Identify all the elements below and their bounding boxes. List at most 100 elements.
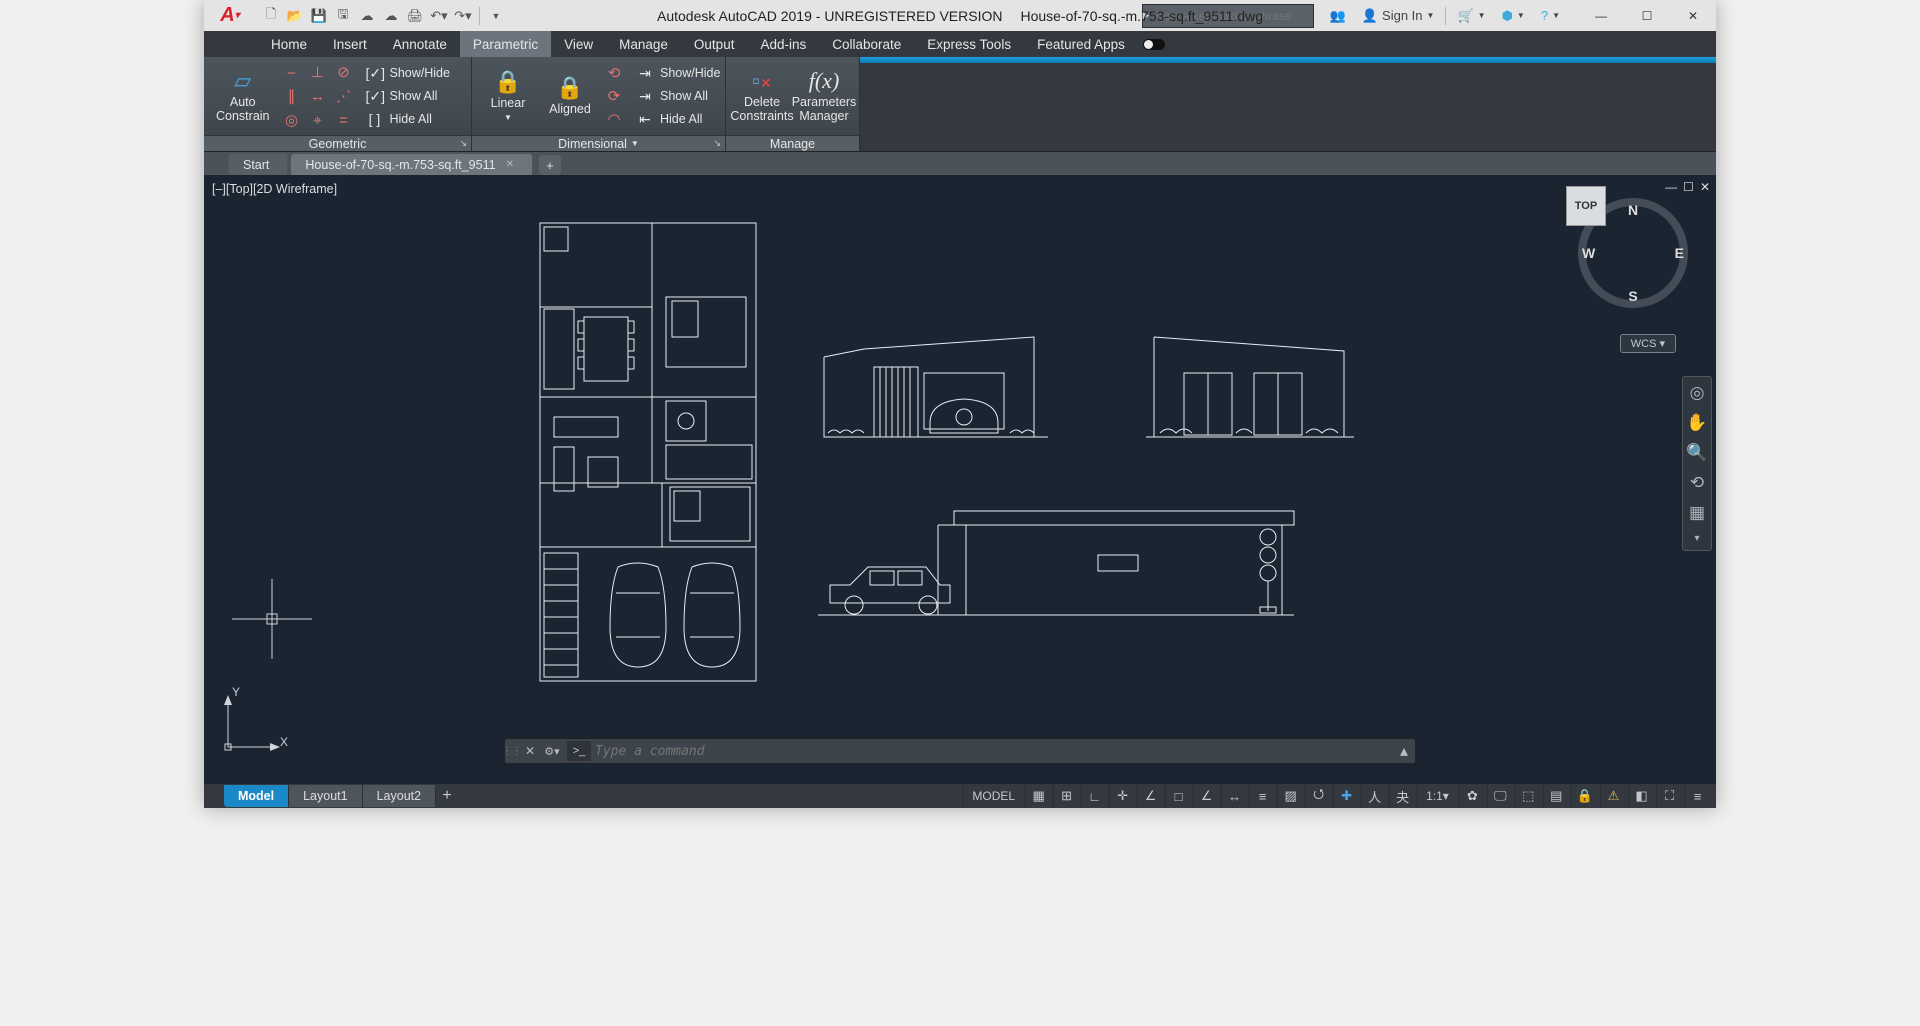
- geom-hideall-button[interactable]: [ ]Hide All: [362, 108, 454, 130]
- tab-home[interactable]: Home: [258, 31, 320, 57]
- geom-showall-button[interactable]: [✓]Show All: [362, 85, 454, 107]
- status-annovis-icon[interactable]: 夬: [1389, 784, 1415, 808]
- status-annomon-icon[interactable]: ✚: [1333, 784, 1359, 808]
- linear-button[interactable]: 🔒 Linear▼: [480, 61, 536, 131]
- viewcube-s[interactable]: S: [1628, 288, 1637, 304]
- parameters-manager-button[interactable]: f(x) Parameters Manager: [796, 61, 852, 131]
- tab-featuredapps[interactable]: Featured Apps: [1024, 31, 1138, 57]
- dim-hideall-button[interactable]: ⇤Hide All: [632, 108, 724, 130]
- dim-ico2[interactable]: ⟳: [602, 85, 626, 107]
- status-qprops-icon[interactable]: ▤: [1543, 784, 1569, 808]
- dim-ico1[interactable]: ⟲: [602, 62, 626, 84]
- status-ws-icon[interactable]: ✿: [1459, 784, 1485, 808]
- tab-annotate[interactable]: Annotate: [380, 31, 460, 57]
- symmetric-icon[interactable]: ⌖: [306, 109, 330, 131]
- cmd-history-icon[interactable]: ▴: [1393, 741, 1415, 761]
- status-iso-icon[interactable]: ∠: [1137, 784, 1163, 808]
- tab-manage[interactable]: Manage: [606, 31, 681, 57]
- auto-constrain-button[interactable]: ▱ Auto Constrain: [212, 61, 274, 131]
- concentric-icon[interactable]: ◎: [280, 109, 304, 131]
- close-tab-icon[interactable]: ✕: [506, 159, 514, 170]
- coincident-icon[interactable]: ⎯: [280, 61, 304, 83]
- status-transparency-icon[interactable]: ▨: [1277, 784, 1303, 808]
- viewcube-w[interactable]: W: [1582, 245, 1595, 261]
- layout-tab-model[interactable]: Model: [224, 785, 289, 807]
- status-cycling-icon[interactable]: ⭯: [1305, 784, 1331, 808]
- app-badge-button[interactable]: ⬢▼: [1494, 0, 1533, 31]
- dim-ico3[interactable]: ◠: [602, 108, 626, 130]
- drawing-canvas[interactable]: [204, 176, 1716, 784]
- status-isolate-icon[interactable]: ⚠: [1600, 784, 1626, 808]
- maximize-button[interactable]: ☐: [1624, 0, 1670, 31]
- viewcube-n[interactable]: N: [1628, 202, 1638, 218]
- panel-launcher-icon[interactable]: ↘: [713, 138, 721, 149]
- qat-save-icon[interactable]: 💾: [308, 5, 330, 27]
- geom-showhide-button[interactable]: [✓]Show/Hide: [362, 62, 454, 84]
- status-clean-icon[interactable]: ⛶: [1656, 784, 1682, 808]
- status-polar-icon[interactable]: ✛: [1109, 784, 1135, 808]
- viewcube-e[interactable]: E: [1675, 245, 1684, 261]
- qat-undo-icon[interactable]: ↶▾: [428, 5, 450, 27]
- qat-saveas-icon[interactable]: 🖫: [332, 5, 354, 27]
- status-otrack-icon[interactable]: ↔: [1221, 784, 1247, 808]
- panel-launcher-icon[interactable]: ↘: [459, 138, 467, 149]
- drawing-viewport[interactable]: [–][Top][2D Wireframe] — ☐ ✕: [204, 176, 1716, 784]
- ribbon-toggle[interactable]: [1138, 31, 1170, 57]
- status-units-icon[interactable]: ⬚: [1515, 784, 1541, 808]
- aligned-button[interactable]: 🔒 Aligned: [542, 61, 598, 131]
- status-snap-icon[interactable]: ⊞: [1053, 784, 1079, 808]
- app-logo[interactable]: A▾: [204, 0, 256, 31]
- qat-web-open-icon[interactable]: ☁: [356, 5, 378, 27]
- tangent-icon[interactable]: ⊘: [332, 61, 356, 83]
- parallel-icon[interactable]: ∥: [280, 85, 304, 107]
- status-osnap-icon[interactable]: □: [1165, 784, 1191, 808]
- minimize-button[interactable]: —: [1578, 0, 1624, 31]
- layout-tab-1[interactable]: Layout1: [289, 785, 362, 807]
- nav-pan-icon[interactable]: ✋: [1686, 413, 1707, 433]
- status-annoscale-icon[interactable]: 人: [1361, 784, 1387, 808]
- nav-showmotion-icon[interactable]: ▦: [1689, 503, 1705, 523]
- status-hwacc-icon[interactable]: ◧: [1628, 784, 1654, 808]
- layout-add-button[interactable]: +: [436, 786, 458, 806]
- status-lock-icon[interactable]: 🔒: [1571, 784, 1598, 808]
- status-grid-icon[interactable]: ▦: [1025, 784, 1051, 808]
- nav-orbit-icon[interactable]: ⟲: [1690, 473, 1704, 493]
- tab-addins[interactable]: Add-ins: [747, 31, 819, 57]
- dim-showhide-button[interactable]: ⇥Show/Hide: [632, 62, 724, 84]
- status-custom-icon[interactable]: ≡: [1684, 784, 1710, 808]
- cmd-drag-handle-icon[interactable]: ⋮⋮: [505, 749, 519, 754]
- tab-parametric[interactable]: Parametric: [460, 31, 551, 57]
- new-tab-button[interactable]: +: [539, 155, 561, 175]
- status-3dosnap-icon[interactable]: ∠: [1193, 784, 1219, 808]
- help-button[interactable]: ?▼: [1533, 0, 1568, 31]
- qat-dropdown-icon[interactable]: ▼: [485, 5, 507, 27]
- qat-new-icon[interactable]: 🗋: [260, 5, 282, 27]
- qat-open-icon[interactable]: 📂: [284, 5, 306, 27]
- cmd-config-icon[interactable]: ⚙▾: [541, 745, 563, 758]
- tab-insert[interactable]: Insert: [320, 31, 380, 57]
- exchange-button[interactable]: 🛒▼: [1449, 0, 1493, 31]
- perpendicular-icon[interactable]: ⊥: [306, 61, 330, 83]
- view-cube[interactable]: N S E W TOP: [1578, 198, 1688, 308]
- command-line[interactable]: ⋮⋮ ✕ ⚙▾ >_ ▴: [504, 738, 1416, 764]
- delete-constraints-button[interactable]: ▫✕ Delete Constraints: [734, 61, 790, 131]
- qat-web-save-icon[interactable]: ☁: [380, 5, 402, 27]
- nav-collapse-icon[interactable]: ▾: [1694, 533, 1699, 544]
- cmd-close-icon[interactable]: ✕: [519, 744, 541, 758]
- equal-icon[interactable]: =: [332, 109, 356, 131]
- layout-tab-2[interactable]: Layout2: [363, 785, 436, 807]
- tab-output[interactable]: Output: [681, 31, 748, 57]
- qat-redo-icon[interactable]: ↷▾: [452, 5, 474, 27]
- status-model-button[interactable]: MODEL: [963, 784, 1023, 808]
- status-scale-button[interactable]: 1:1 ▾: [1417, 784, 1457, 808]
- a360-button[interactable]: 👥: [1322, 0, 1354, 31]
- wcs-badge[interactable]: WCS ▾: [1620, 334, 1676, 353]
- qat-plot-icon[interactable]: 🖨: [404, 5, 426, 27]
- close-button[interactable]: ✕: [1670, 0, 1716, 31]
- collinear-icon[interactable]: ⋰: [332, 85, 356, 107]
- nav-wheel-icon[interactable]: ◎: [1690, 383, 1705, 403]
- file-tab-start[interactable]: Start: [228, 153, 288, 175]
- status-ortho-icon[interactable]: ∟: [1081, 784, 1107, 808]
- tab-view[interactable]: View: [551, 31, 606, 57]
- horizontal-icon[interactable]: ↔: [306, 85, 330, 107]
